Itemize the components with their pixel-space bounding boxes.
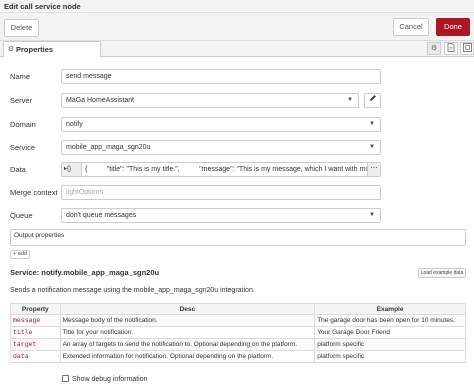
pencil-icon bbox=[369, 95, 376, 101]
service-label: Service bbox=[10, 143, 36, 152]
server-label: Server bbox=[10, 96, 33, 105]
field-desc: An array of targets to send the notifica… bbox=[59, 338, 316, 351]
chevron-down-icon: ▼ bbox=[369, 212, 375, 218]
edit-server-button[interactable] bbox=[364, 93, 381, 108]
tab-bar: ⚙ Properties ⚙ bbox=[0, 41, 474, 58]
cancel-button[interactable]: Cancel bbox=[393, 18, 429, 36]
field-desc: Message body of the notification. bbox=[59, 314, 316, 327]
data-label: Data bbox=[10, 165, 26, 174]
debug-label: Show debug information bbox=[72, 376, 148, 383]
output-properties-label: Output properties bbox=[14, 232, 65, 239]
field-example: platform specific bbox=[314, 338, 466, 351]
queue-label: Queue bbox=[10, 211, 33, 220]
dialog-titlebar: Edit call service node bbox=[0, 0, 474, 13]
server-value: MaGa HomeAssistant bbox=[66, 97, 135, 104]
service-description: Sends a notification message using the m… bbox=[10, 287, 255, 294]
service-info-title: Service: notify.mobile_app_maga_sgn20u bbox=[10, 268, 160, 277]
tab-properties[interactable]: ⚙ Properties bbox=[3, 41, 101, 58]
domain-value: notify bbox=[66, 121, 83, 128]
merge-context-label: Merge context bbox=[10, 188, 58, 197]
layout-icon[interactable] bbox=[460, 42, 474, 55]
field-name: message bbox=[10, 314, 61, 327]
ellipsis-icon[interactable]: ⋯ bbox=[367, 163, 380, 176]
table-header: Property bbox=[10, 303, 61, 315]
table-row: message Message body of the notification… bbox=[10, 314, 466, 327]
name-input[interactable]: send message bbox=[61, 69, 381, 84]
queue-value: don't queue messages bbox=[66, 212, 137, 219]
data-value: { "title": "This is my title.", "message… bbox=[85, 166, 370, 173]
action-bar: Delete Cancel Done bbox=[0, 13, 474, 41]
chevron-down-icon: ▼ bbox=[347, 97, 353, 103]
field-example: Your Garage Door Friend bbox=[314, 326, 466, 339]
document-icon[interactable] bbox=[444, 42, 458, 55]
chevron-down-icon: ▼ bbox=[369, 144, 375, 150]
field-name: data bbox=[10, 350, 61, 363]
field-name: title bbox=[10, 326, 61, 339]
service-select[interactable]: mobile_app_maga_sgn20u ▼ bbox=[61, 140, 381, 155]
service-fields-table: Property Desc Example message Message bo… bbox=[10, 303, 466, 363]
domain-label: Domain bbox=[10, 120, 36, 129]
done-button[interactable]: Done bbox=[436, 18, 470, 36]
gear-icon: ⚙ bbox=[8, 46, 15, 53]
merge-context-input[interactable]: lightOptions bbox=[61, 185, 381, 200]
table-row: title Title for your notification. Your … bbox=[10, 326, 466, 339]
table-header: Example bbox=[314, 303, 466, 315]
table-row: data Extended information for notificati… bbox=[10, 350, 466, 363]
data-input[interactable]: ▸{} { "title": "This is my title.", "mes… bbox=[61, 162, 381, 177]
field-example: platform specific bbox=[314, 350, 466, 363]
chevron-down-icon: ▼ bbox=[369, 121, 375, 127]
service-value: mobile_app_maga_sgn20u bbox=[66, 144, 151, 151]
add-output-button[interactable]: + add bbox=[10, 250, 30, 259]
name-label: Name bbox=[10, 72, 31, 81]
output-properties-list[interactable]: Output properties bbox=[10, 229, 466, 246]
table-row: target An array of targets to send the n… bbox=[10, 338, 466, 351]
debug-checkbox[interactable] bbox=[62, 375, 69, 382]
field-desc: Extended information for notification. O… bbox=[59, 350, 316, 363]
data-type-selector[interactable]: ▸{} bbox=[62, 163, 82, 176]
table-header: Desc bbox=[59, 303, 316, 315]
field-example: The garage door has been open for 10 min… bbox=[314, 314, 466, 327]
gear-icon[interactable]: ⚙ bbox=[427, 42, 441, 55]
queue-select[interactable]: don't queue messages ▼ bbox=[61, 208, 381, 223]
load-example-data-button[interactable]: Load example data bbox=[418, 268, 466, 278]
tab-properties-label: Properties bbox=[16, 45, 54, 54]
delete-button[interactable]: Delete bbox=[4, 19, 39, 37]
dialog-title: Edit call service node bbox=[4, 2, 81, 11]
field-desc: Title for your notification. bbox=[59, 326, 316, 339]
domain-select[interactable]: notify ▼ bbox=[61, 117, 381, 132]
field-name: target bbox=[10, 338, 61, 351]
server-select[interactable]: MaGa HomeAssistant ▼ bbox=[61, 93, 359, 108]
debug-toggle[interactable]: Show debug information bbox=[62, 375, 148, 383]
